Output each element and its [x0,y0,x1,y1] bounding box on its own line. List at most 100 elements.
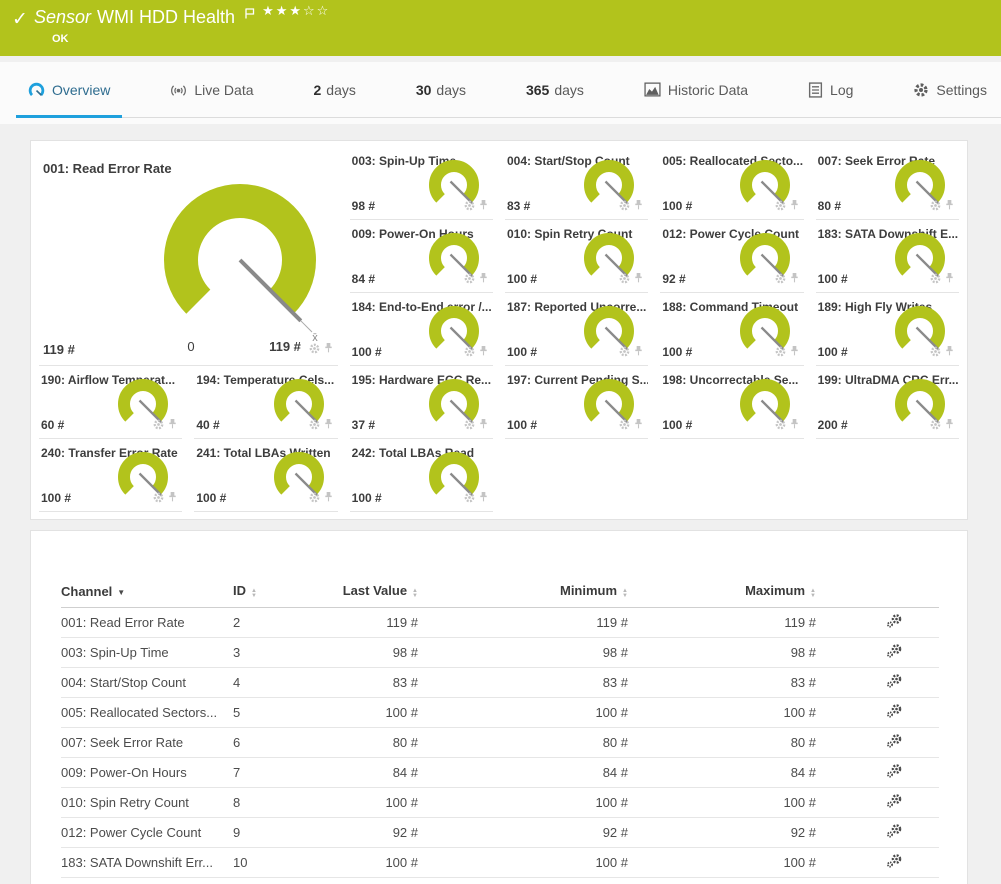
gauge-pin-icon[interactable] [633,198,644,216]
gauge-pin-icon[interactable] [633,344,644,362]
gauge-pin-icon[interactable] [323,417,334,435]
tab-overview[interactable]: Overview [16,62,122,117]
gauge-settings-icon[interactable] [464,490,475,508]
gauge-settings-icon[interactable] [153,417,164,435]
gauge-pin-icon[interactable] [633,417,644,435]
gauge-pin-icon[interactable] [167,417,178,435]
priority-stars[interactable]: ★★★☆☆ [262,3,330,19]
table-row[interactable]: 010: Spin Retry Count 8 100 # 100 # 100 … [61,788,939,818]
channel-settings-icon[interactable] [886,853,903,872]
table-row[interactable]: 003: Spin-Up Time 3 98 # 98 # 98 # [61,638,939,668]
tab-days[interactable]: 365days [514,62,596,117]
primary-gauge-tile: 001: Read Error Rate x̄ 0 119 # 119 # [39,147,338,366]
gauge-pin-icon[interactable] [789,417,800,435]
cell-minimum: 92 # [418,818,628,848]
gauge-settings-icon[interactable] [309,341,320,359]
gauge-settings-icon[interactable] [464,198,475,216]
gauge-settings-icon[interactable] [464,417,475,435]
gauge-settings-icon[interactable] [930,344,941,362]
gauge-settings-icon[interactable] [775,271,786,289]
gauge-settings-icon[interactable] [153,490,164,508]
col-header-minimum[interactable]: Minimum▲▼ [418,577,628,608]
gauge-pin-icon[interactable] [323,341,334,359]
channel-settings-icon[interactable] [886,613,903,632]
channel-settings-icon[interactable] [886,703,903,722]
tab-historic-data[interactable]: Historic Data [632,62,760,117]
gauge-settings-icon[interactable] [309,490,320,508]
table-row[interactable]: 004: Start/Stop Count 4 83 # 83 # 83 # [61,668,939,698]
sort-icon: ▲▼ [622,589,628,599]
gauge-tile-value: 100 # [507,345,537,359]
gauge-settings-icon[interactable] [775,198,786,216]
table-row[interactable]: 183: SATA Downshift Err... 10 100 # 100 … [61,848,939,878]
col-header-maximum[interactable]: Maximum▲▼ [628,577,816,608]
gauge-settings-icon[interactable] [309,417,320,435]
gauge-tile-value: 92 # [662,272,685,286]
col-header-channel[interactable]: Channel▼ [61,577,233,608]
gauge-pin-icon[interactable] [633,271,644,289]
gauge-pin-icon[interactable] [944,344,955,362]
flag-icon[interactable] [243,4,256,25]
channel-settings-icon[interactable] [886,823,903,842]
table-row[interactable]: 184: End-to-End error / IO... 11 100 # 1… [61,878,939,884]
gauge-tile-value: 98 # [352,199,375,213]
gauge-settings-icon[interactable] [619,417,630,435]
gauge-tile: 195: Hardware ECC Re... 37 # [350,366,493,439]
gauge-pin-icon[interactable] [478,344,489,362]
cell-maximum: 119 # [628,608,816,638]
col-header-id[interactable]: ID▲▼ [233,577,338,608]
gauge-pin-icon[interactable] [478,417,489,435]
gauge-settings-icon[interactable] [464,344,475,362]
gauge-settings-icon[interactable] [930,198,941,216]
gauge-tile-value: 37 # [352,418,375,432]
tab-settings[interactable]: Settings [901,62,999,117]
gauge-pin-icon[interactable] [323,490,334,508]
log-icon [808,82,823,98]
gauge-settings-icon[interactable] [619,271,630,289]
table-row[interactable]: 005: Reallocated Sectors... 5 100 # 100 … [61,698,939,728]
tab-days[interactable]: 2days [301,62,367,117]
gauge-pin-icon[interactable] [789,198,800,216]
cell-channel: 003: Spin-Up Time [61,638,233,668]
gauge-tile: 007: Seek Error Rate 80 # [816,147,959,220]
col-header-last-value[interactable]: Last Value▲▼ [338,577,418,608]
gauge-tile: 199: UltraDMA CRC Err... 200 # [816,366,959,439]
gauge-settings-icon[interactable] [930,271,941,289]
gauge-icon [28,81,45,98]
gauge-pin-icon[interactable] [944,271,955,289]
cell-channel: 010: Spin Retry Count [61,788,233,818]
gauge-settings-icon[interactable] [619,198,630,216]
gauge-pin-icon[interactable] [944,417,955,435]
table-row[interactable]: 012: Power Cycle Count 9 92 # 92 # 92 # [61,818,939,848]
gauge-settings-icon[interactable] [619,344,630,362]
sort-icon: ▲▼ [810,589,816,599]
cell-id: 11 [233,878,338,884]
gauge-pin-icon[interactable] [167,490,178,508]
cell-minimum: 100 # [418,878,628,884]
table-row[interactable]: 009: Power-On Hours 7 84 # 84 # 84 # [61,758,939,788]
tab-log[interactable]: Log [796,62,865,117]
tab-days[interactable]: 30days [404,62,478,117]
cell-maximum: 100 # [628,788,816,818]
gauge-settings-icon[interactable] [464,271,475,289]
channel-settings-icon[interactable] [886,763,903,782]
gauge-pin-icon[interactable] [944,198,955,216]
gauge-settings-icon[interactable] [775,344,786,362]
gauge-pin-icon[interactable] [478,271,489,289]
cell-last-value: 92 # [338,818,418,848]
channel-settings-icon[interactable] [886,673,903,692]
gauge-tile-value: 100 # [662,199,692,213]
channel-settings-icon[interactable] [886,793,903,812]
gauge-pin-icon[interactable] [789,271,800,289]
channel-settings-icon[interactable] [886,643,903,662]
gauge-settings-icon[interactable] [930,417,941,435]
gauge-settings-icon[interactable] [775,417,786,435]
gauge-pin-icon[interactable] [478,490,489,508]
sort-icon: ▲▼ [412,589,418,599]
gauge-pin-icon[interactable] [789,344,800,362]
channel-settings-icon[interactable] [886,733,903,752]
gauge-pin-icon[interactable] [478,198,489,216]
table-row[interactable]: 001: Read Error Rate 2 119 # 119 # 119 # [61,608,939,638]
table-row[interactable]: 007: Seek Error Rate 6 80 # 80 # 80 # [61,728,939,758]
tab-live-data[interactable]: Live Data [158,62,265,117]
